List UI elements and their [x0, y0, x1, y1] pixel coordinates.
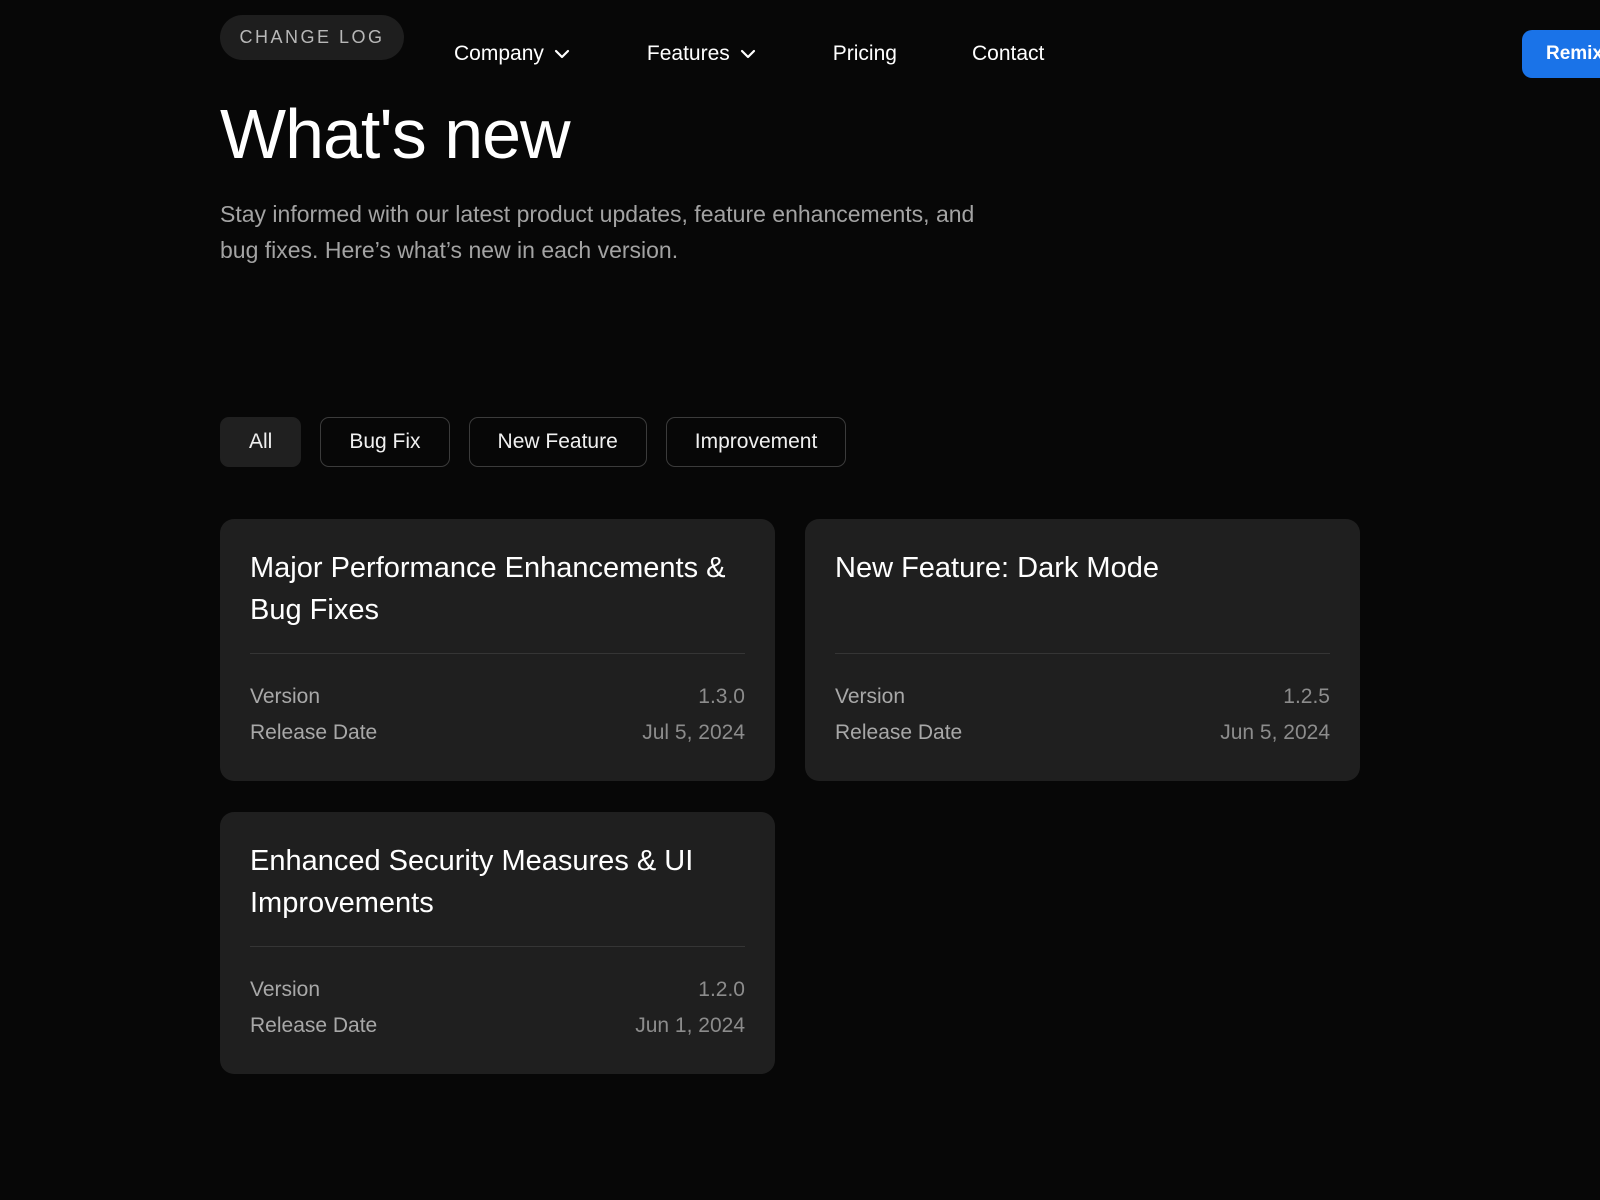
- version-label: Version: [250, 685, 321, 708]
- nav-features-label: Features: [646, 42, 730, 65]
- version-label: Version: [835, 685, 906, 708]
- release-date-row: Release Date Jul 5, 2024: [250, 715, 745, 751]
- version-row: Version 1.2.5: [835, 679, 1330, 715]
- filter-all[interactable]: All: [220, 417, 302, 467]
- card-title: Major Performance Enhancements & Bug Fix…: [250, 552, 726, 626]
- page-subtitle: Stay informed with our latest product up…: [220, 201, 975, 263]
- changelog-card[interactable]: Enhanced Security Measures & UI Improvem…: [220, 812, 775, 1074]
- card-meta: Version 1.2.0 Release Date Jun 1, 2024: [250, 972, 745, 1044]
- version-value: 1.2.0: [698, 978, 745, 1001]
- card-meta: Version 1.2.5 Release Date Jun 5, 2024: [835, 679, 1330, 751]
- changelog-card[interactable]: New Feature: Dark Mode Version 1.2.5 Rel…: [805, 519, 1360, 781]
- version-value: 1.2.5: [1283, 685, 1330, 708]
- main-nav: Company Features Pricing Contact: [454, 38, 1119, 70]
- release-date-value: Jul 5, 2024: [642, 721, 745, 744]
- release-date-value: Jun 1, 2024: [635, 1014, 745, 1037]
- release-date-value: Jun 5, 2024: [1220, 721, 1330, 744]
- version-row: Version 1.2.0: [250, 972, 745, 1008]
- release-date-label: Release Date: [835, 721, 963, 744]
- nav-pricing-label: Pricing: [832, 42, 897, 65]
- release-date-label: Release Date: [250, 721, 378, 744]
- filter-new-feature[interactable]: New Feature: [468, 417, 647, 467]
- chevron-down-icon: [552, 44, 572, 64]
- remix-button[interactable]: Remix: [1522, 30, 1600, 78]
- filter-bar: All Bug Fix New Feature Improvement: [220, 417, 847, 467]
- filter-improvement[interactable]: Improvement: [665, 417, 847, 467]
- version-row: Version 1.3.0: [250, 679, 745, 715]
- release-date-label: Release Date: [250, 1014, 378, 1037]
- card-divider: [835, 653, 1330, 654]
- nav-company[interactable]: Company: [454, 42, 572, 66]
- chevron-down-icon: [738, 44, 758, 64]
- page-title: What's new: [220, 95, 571, 173]
- card-title: New Feature: Dark Mode: [835, 552, 1159, 584]
- nav-contact[interactable]: Contact: [972, 42, 1044, 66]
- release-date-row: Release Date Jun 1, 2024: [250, 1008, 745, 1044]
- nav-company-label: Company: [454, 42, 544, 65]
- changelog-badge: CHANGE LOG: [220, 15, 404, 60]
- filter-bug-fix[interactable]: Bug Fix: [320, 417, 450, 467]
- version-label: Version: [250, 978, 321, 1001]
- changelog-card[interactable]: Major Performance Enhancements & Bug Fix…: [220, 519, 775, 781]
- nav-pricing[interactable]: Pricing: [833, 42, 897, 66]
- release-date-row: Release Date Jun 5, 2024: [835, 715, 1330, 751]
- nav-contact-label: Contact: [971, 42, 1045, 65]
- card-divider: [250, 653, 745, 654]
- version-value: 1.3.0: [698, 685, 745, 708]
- card-title: Enhanced Security Measures & UI Improvem…: [250, 845, 694, 919]
- card-meta: Version 1.3.0 Release Date Jul 5, 2024: [250, 679, 745, 751]
- card-divider: [250, 946, 745, 947]
- changelog-page: CHANGE LOG Company Features Pricing Cont…: [0, 0, 1600, 1200]
- nav-features[interactable]: Features: [647, 42, 758, 66]
